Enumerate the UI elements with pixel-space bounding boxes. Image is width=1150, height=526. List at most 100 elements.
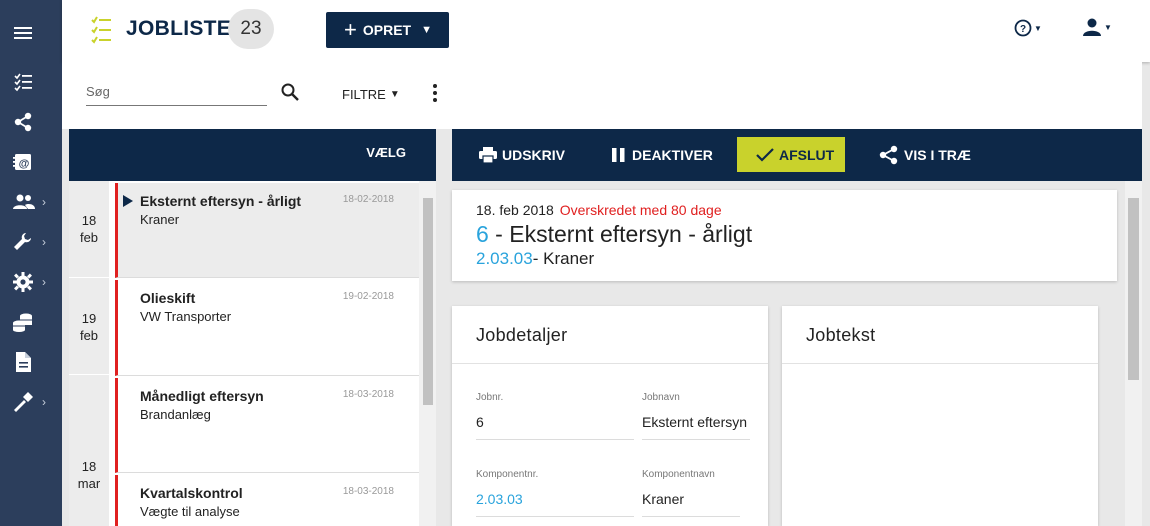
chevron-right-icon: › xyxy=(42,195,46,209)
field-label: Komponentnr. xyxy=(476,469,539,480)
print-icon xyxy=(479,147,497,164)
rail-item-hammer[interactable]: › xyxy=(0,382,62,422)
job-component: VW Transporter xyxy=(140,309,232,324)
more-options-icon[interactable] xyxy=(432,83,438,103)
people-icon xyxy=(13,194,35,209)
date-day: 18 xyxy=(81,459,97,474)
field-value: Eksternt eftersyn xyxy=(642,414,748,430)
caret-down-icon: ▼ xyxy=(1034,23,1042,33)
job-component-line: 2.03.03- Kraner xyxy=(476,249,594,269)
search-input[interactable] xyxy=(86,78,267,106)
card-title: Jobtekst xyxy=(806,325,876,345)
document-icon xyxy=(16,352,31,372)
date-month: mar xyxy=(77,476,101,491)
deactivate-label: DEAKTIVER xyxy=(632,147,713,163)
field-value[interactable]: 2.03.03 xyxy=(476,491,523,507)
search-bar: FILTRE ▼ xyxy=(62,62,1142,129)
plus-icon: + xyxy=(344,17,357,42)
filter-button[interactable]: FILTRE ▼ xyxy=(342,87,400,102)
job-date: 18-03-2018 xyxy=(342,389,394,400)
caret-down-icon: ▼ xyxy=(389,89,400,100)
job-toolbar: UDSKRIV DEAKTIVER AFSLUT VIS I TRÆ xyxy=(452,129,1142,181)
selected-arrow-icon xyxy=(123,195,133,207)
component-code-link[interactable]: 2.03.03 xyxy=(476,249,533,268)
check-icon xyxy=(756,147,774,162)
pause-icon xyxy=(612,148,625,162)
field-underline xyxy=(642,516,740,517)
rail-item-documents[interactable] xyxy=(0,342,62,382)
print-button[interactable]: UDSKRIV xyxy=(478,129,565,181)
chevron-right-icon: › xyxy=(42,275,46,289)
rail-item-people[interactable]: › xyxy=(0,182,62,222)
date-group: 18 feb xyxy=(69,181,109,277)
field-underline xyxy=(476,516,634,517)
rail-item-joblist[interactable] xyxy=(0,62,62,102)
job-count-badge: 23 xyxy=(228,9,274,49)
job-component: Kraner xyxy=(140,212,180,227)
job-due-date: 18. feb 2018 xyxy=(476,202,554,218)
job-title: 6 - Eksternt eftersyn - årligt xyxy=(476,221,752,248)
rail-item-settings[interactable]: › xyxy=(0,262,62,302)
date-day: 19 xyxy=(81,311,97,326)
list-item[interactable]: Kvartalskontrol Vægte til analyse 18-03-… xyxy=(115,475,419,526)
scrollbar-thumb[interactable] xyxy=(423,198,433,405)
create-button-label: OPRET xyxy=(362,22,412,38)
field-label: Komponentnavn xyxy=(642,469,715,480)
detail-scrollbar[interactable] xyxy=(1125,181,1142,526)
user-icon xyxy=(1083,18,1101,36)
finish-label: AFSLUT xyxy=(779,146,835,163)
component-name: - Kraner xyxy=(532,249,595,268)
list-header: VÆLG xyxy=(69,129,436,181)
create-button[interactable]: + OPRET ▼ xyxy=(326,12,449,48)
date-group: 18 mar xyxy=(69,375,109,526)
deactivate-button[interactable]: DEAKTIVER xyxy=(610,129,713,181)
search-icon[interactable] xyxy=(280,82,300,102)
list-scrollbar[interactable] xyxy=(419,181,436,526)
divider xyxy=(782,363,1098,364)
field-value: Kraner xyxy=(642,491,685,507)
field-underline xyxy=(476,439,634,440)
job-name: - Eksternt eftersyn - årligt xyxy=(488,221,753,247)
show-in-tree-button[interactable]: VIS I TRÆ xyxy=(878,129,971,181)
rail-item-share[interactable] xyxy=(0,102,62,142)
filter-label: FILTRE xyxy=(342,87,386,102)
finish-button[interactable]: AFSLUT xyxy=(737,137,845,172)
job-name: Eksternt eftersyn - årligt xyxy=(140,193,302,209)
top-header: JOBLISTE 23 + OPRET ▼ ? ▼ ▼ xyxy=(62,0,1150,62)
share-icon xyxy=(14,112,32,132)
chevron-right-icon: › xyxy=(42,235,46,249)
list-item[interactable]: Månedligt eftersyn Brandanlæg 18-03-2018 xyxy=(115,378,419,473)
date-month: feb xyxy=(79,328,99,343)
job-name: Månedligt eftersyn xyxy=(140,388,264,404)
list-item[interactable]: Eksternt eftersyn - årligt Kraner 18-02-… xyxy=(115,183,419,278)
job-date: 19-02-2018 xyxy=(342,291,394,302)
date-group: 19 feb xyxy=(69,278,109,374)
caret-down-icon: ▼ xyxy=(421,24,432,36)
contacts-icon: @ xyxy=(13,154,31,170)
rail-item-contacts[interactable]: @ xyxy=(0,142,62,182)
svg-text:@: @ xyxy=(19,158,30,170)
wrench-icon xyxy=(14,233,31,250)
rail-item-finance[interactable] xyxy=(0,302,62,342)
page-title: JOBLISTE xyxy=(126,17,232,40)
rail-item-tools[interactable]: › xyxy=(0,222,62,262)
scrollbar-thumb[interactable] xyxy=(1128,198,1139,380)
print-label: UDSKRIV xyxy=(502,147,566,163)
field-label: Jobnavn xyxy=(642,392,680,403)
field-underline xyxy=(642,439,750,440)
job-date-line: 18. feb 2018 Overskredet med 80 dage xyxy=(476,202,722,218)
user-menu-button[interactable]: ▼ xyxy=(1082,17,1112,37)
job-name: Olieskift xyxy=(140,290,196,306)
job-date: 18-03-2018 xyxy=(342,486,394,497)
job-number-link[interactable]: 6 xyxy=(476,221,489,247)
list-item[interactable]: Olieskift VW Transporter 19-02-2018 xyxy=(115,280,419,376)
field-label: Jobnr. xyxy=(476,392,504,403)
job-name: Kvartalskontrol xyxy=(140,485,243,501)
jobnavn-field: Jobnavn Eksternt eftersyn xyxy=(642,392,750,440)
select-button[interactable]: VÆLG xyxy=(366,145,406,160)
menu-button[interactable] xyxy=(0,13,62,53)
job-component: Vægte til analyse xyxy=(140,504,240,519)
job-date: 18-02-2018 xyxy=(342,194,394,205)
card-title: Jobdetaljer xyxy=(476,325,568,345)
help-button[interactable]: ? ▼ xyxy=(1014,19,1042,37)
